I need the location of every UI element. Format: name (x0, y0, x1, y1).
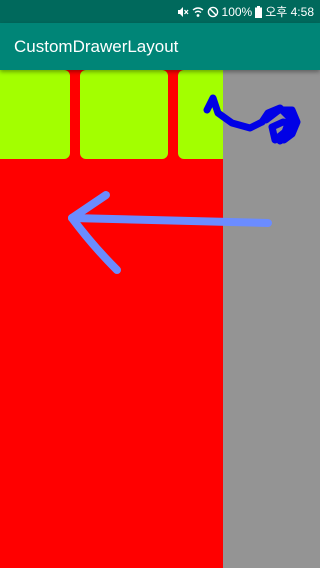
status-time: 오후 4:58 (265, 5, 314, 19)
status-bar: 100% 오후 4:58 (0, 0, 320, 23)
status-icons: 100% 오후 4:58 (177, 0, 314, 23)
green-tile-1[interactable] (0, 70, 70, 159)
drawer-scrim[interactable] (223, 70, 320, 568)
battery-icon (255, 5, 263, 18)
battery-percent: 100% (221, 4, 253, 19)
mute-icon (177, 6, 189, 17)
content-area (0, 70, 320, 568)
green-tile-3[interactable] (178, 70, 223, 159)
app-bar: CustomDrawerLayout (0, 23, 320, 70)
app-title: CustomDrawerLayout (14, 37, 179, 56)
do-not-disturb-icon (207, 6, 218, 17)
wifi-icon (192, 6, 203, 17)
drawer-panel[interactable] (0, 70, 223, 568)
green-tile-2[interactable] (80, 70, 168, 159)
